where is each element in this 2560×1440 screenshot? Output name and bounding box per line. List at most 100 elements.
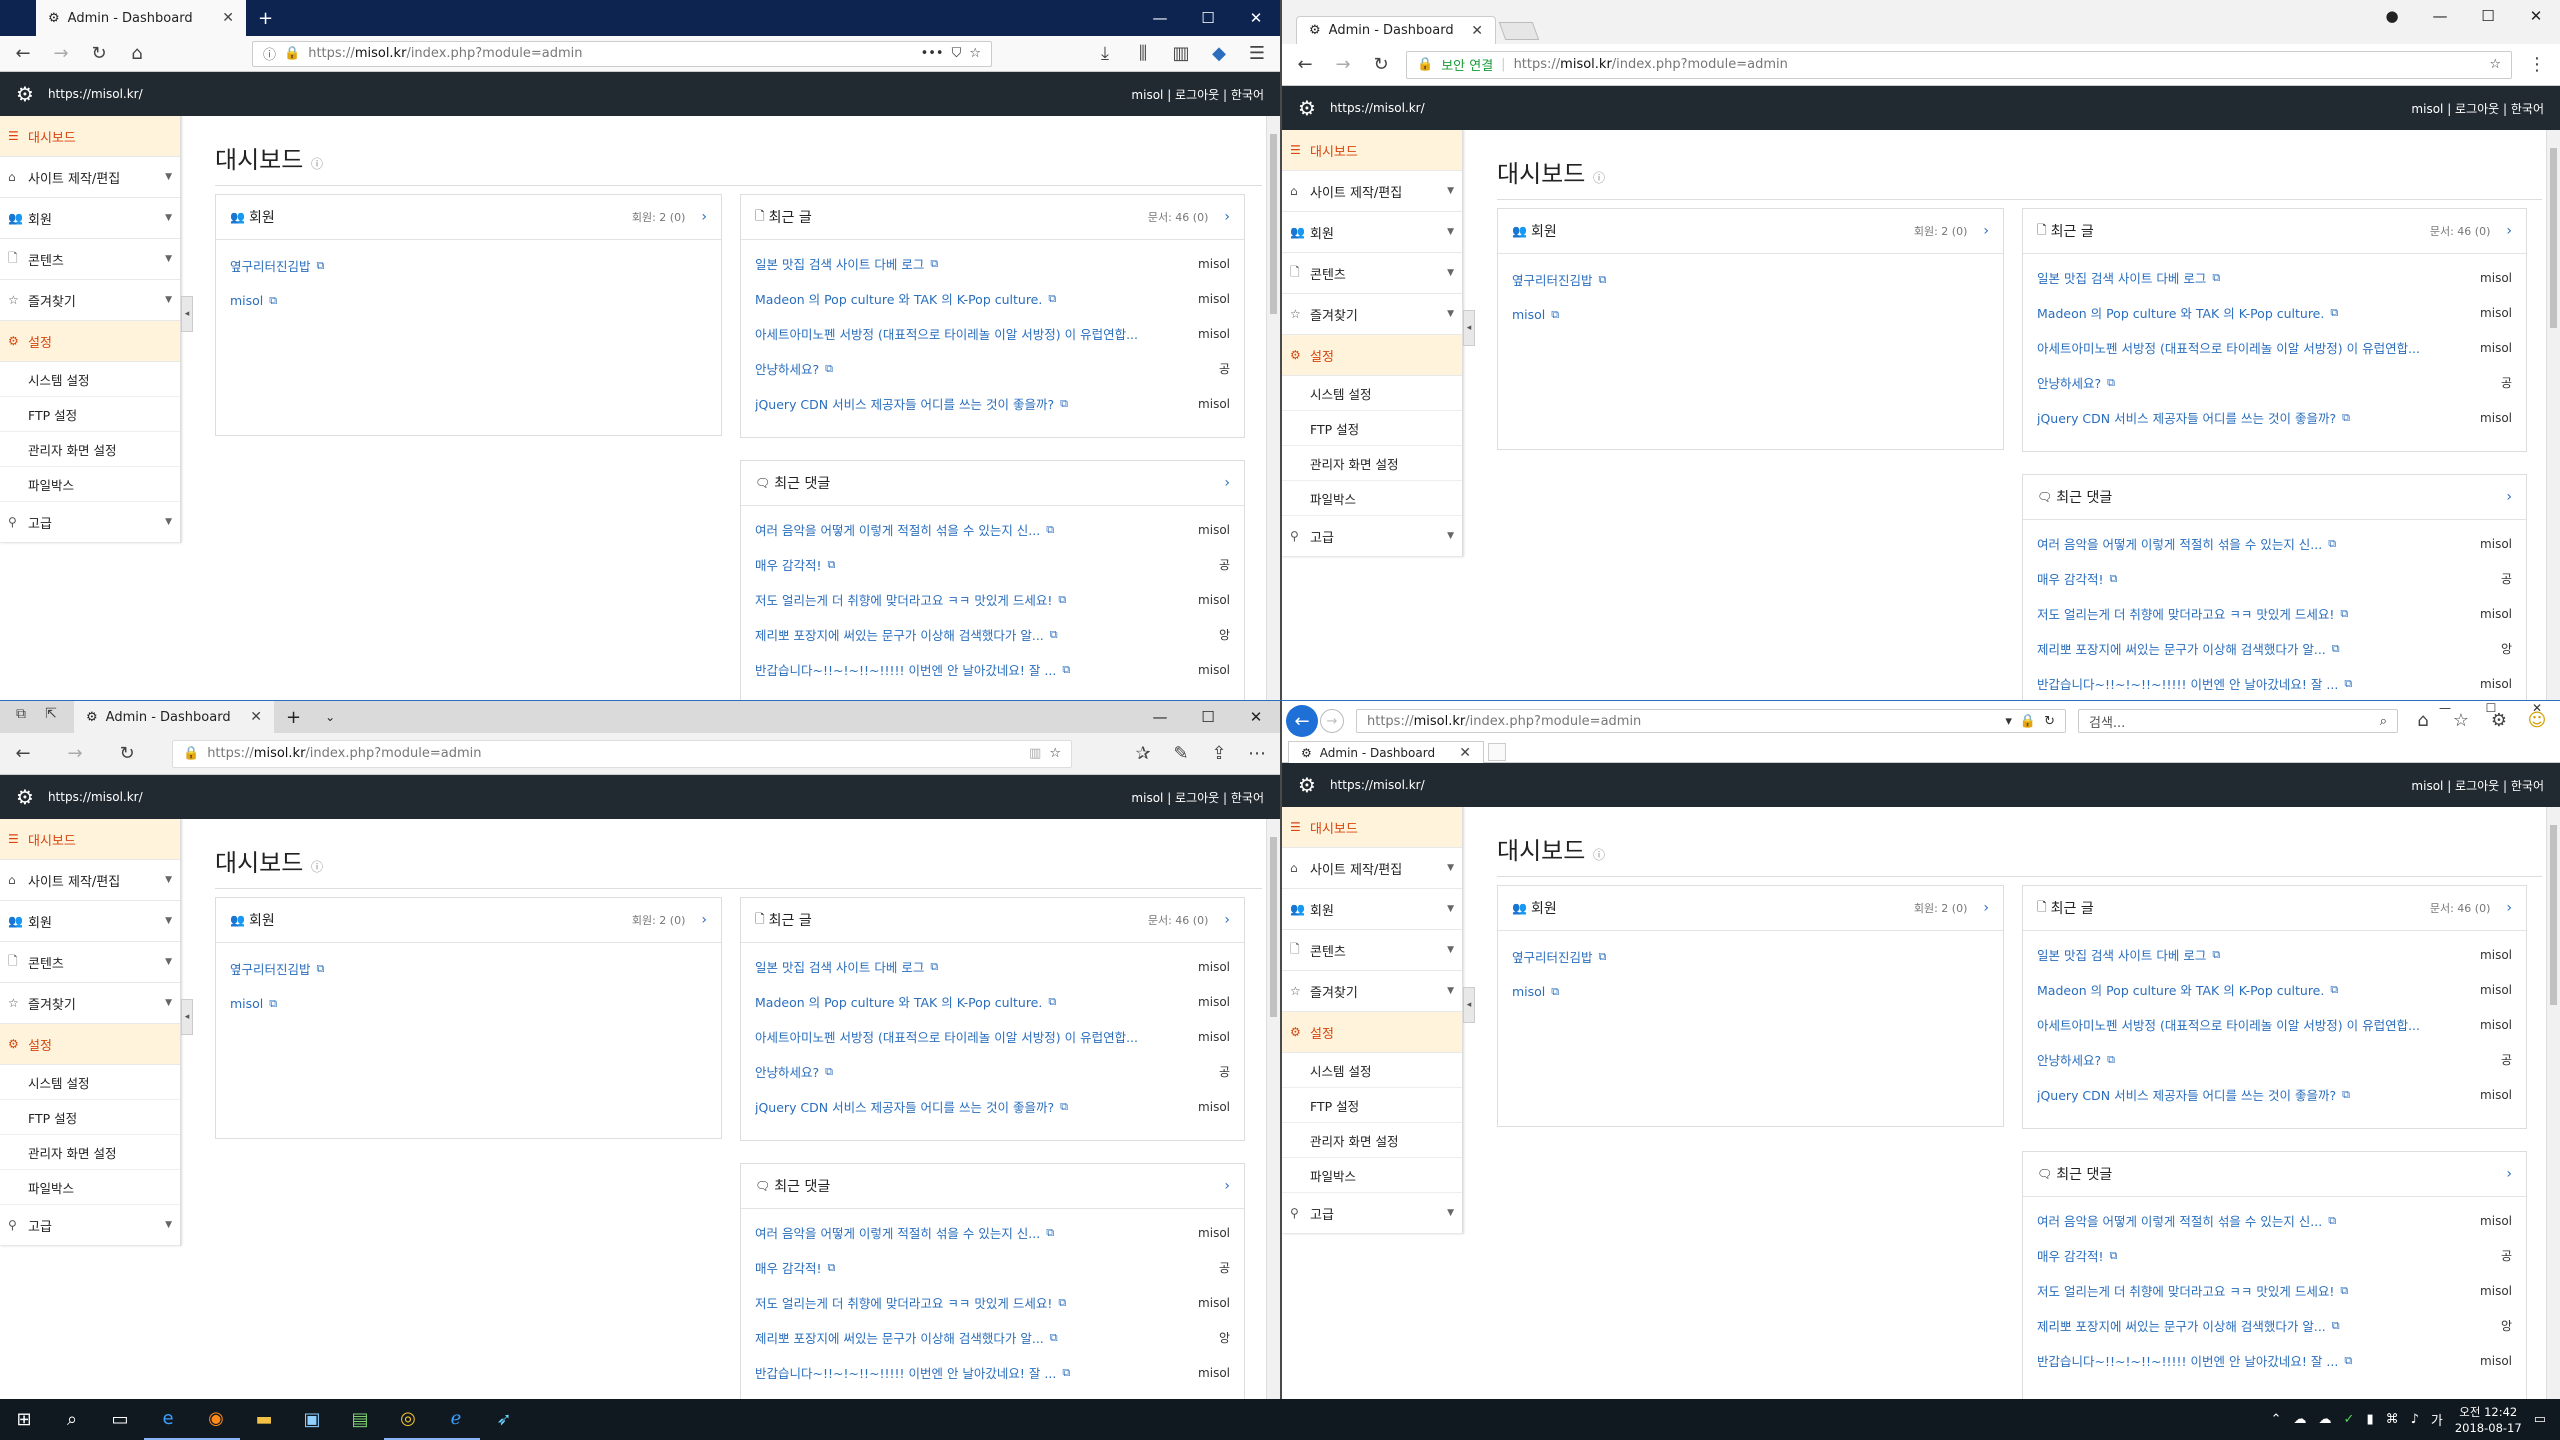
sidebar-sub-ftp[interactable]: FTP 설정: [0, 397, 180, 432]
clock[interactable]: 오전 12:42 2018-08-17: [2455, 1404, 2522, 1436]
chevron-right-icon[interactable]: ›: [1224, 475, 1230, 491]
sidebar-sub-filebox[interactable]: 파일박스: [1282, 1158, 1462, 1193]
close-tab-icon[interactable]: ✕: [222, 10, 234, 26]
table-row[interactable]: Madeon 의 Pop culture 와 TAK 의 K-Pop cultu…: [741, 984, 1244, 1019]
table-row[interactable]: 제리뽀 포장지에 써있는 문구가 이상해 검색했다가 알... ⧉ 앙: [741, 617, 1244, 652]
favorite-star-icon[interactable]: ☆: [1049, 746, 1061, 761]
external-link-icon[interactable]: ⧉: [2110, 1249, 2118, 1263]
sidebar-item-members[interactable]: 👥 회원 ▼: [0, 901, 180, 942]
external-link-icon[interactable]: ⧉: [1046, 1226, 1054, 1240]
sidebar-sub-admin-ui[interactable]: 관리자 화면 설정: [0, 432, 180, 467]
sidebar-item-advanced[interactable]: ⚲ 고급 ▼: [0, 502, 180, 543]
maximize-icon[interactable]: ☐: [1184, 701, 1232, 733]
sidebar-item-dashboard[interactable]: ☰ 대시보드: [0, 819, 180, 860]
external-link-icon[interactable]: ⧉: [2332, 642, 2340, 656]
table-row[interactable]: 반갑습니다~!!~!~!!~!!!!! 이번엔 안 날아갔네요! 잘 ... ⧉ m…: [2023, 1343, 2526, 1378]
table-row[interactable]: jQuery CDN 서비스 제공자들 어디를 쓰는 것이 좋을까? ⧉ misol: [741, 386, 1244, 421]
external-link-icon[interactable]: ⧉: [1050, 628, 1058, 642]
sidebar-item-advanced[interactable]: ⚲ 고급 ▼: [1282, 1193, 1462, 1234]
site-link[interactable]: https://misol.kr/: [1330, 778, 1425, 792]
library-icon[interactable]: ⫼: [1130, 44, 1156, 63]
forward-icon[interactable]: →: [48, 44, 74, 63]
ie-tab[interactable]: ⚙ Admin - Dashboard ✕: [1288, 741, 1484, 763]
help-icon[interactable]: ⓘ: [1593, 171, 1605, 185]
external-link-icon[interactable]: ⧉: [2330, 983, 2338, 997]
forward-icon[interactable]: →: [1330, 55, 1356, 74]
list-item[interactable]: 옆구리터진김밥 ⧉: [1498, 262, 2003, 297]
scrollbar-thumb[interactable]: [1270, 837, 1277, 1017]
table-row[interactable]: 아세트아미노펜 서방정 (대표적으로 타이레놀 이알 서방정) 이 유럽연합..…: [741, 316, 1244, 351]
external-link-icon[interactable]: ⧉: [1551, 308, 1559, 322]
bird-app-icon[interactable]: ➶: [480, 1399, 528, 1440]
sidebar-collapse-button[interactable]: ◂: [181, 296, 193, 332]
page-scrollbar[interactable]: [1266, 819, 1280, 1399]
profile-icon[interactable]: ●: [2368, 0, 2416, 32]
external-link-icon[interactable]: ⧉: [1058, 1296, 1066, 1310]
external-link-icon[interactable]: ⧉: [1050, 1331, 1058, 1345]
external-link-icon[interactable]: ⧉: [828, 1261, 836, 1275]
sidebar-sub-filebox[interactable]: 파일박스: [0, 1170, 180, 1205]
new-tab-button[interactable]: [1488, 743, 1506, 761]
sidebar-item-favorites[interactable]: ☆ 즐겨찾기 ▼: [1282, 294, 1462, 335]
search-dropdown-icon[interactable]: ▾: [2005, 714, 2012, 729]
table-row[interactable]: 아세트아미노펜 서방정 (대표적으로 타이레놀 이알 서방정) 이 유럽연합..…: [2023, 330, 2526, 365]
external-link-icon[interactable]: ⧉: [2110, 572, 2118, 586]
table-row[interactable]: 아세트아미노펜 서방정 (대표적으로 타이레놀 이알 서방정) 이 유럽연합..…: [741, 1019, 1244, 1054]
minimize-icon[interactable]: —: [2416, 0, 2464, 32]
external-link-icon[interactable]: ⧉: [930, 257, 938, 271]
sidebar-item-settings[interactable]: ⚙ 설정: [0, 1024, 180, 1065]
table-row[interactable]: 저도 얼리는게 더 취향에 맞더라고요 ㅋㅋ 맛있게 드세요! ⧉ misol: [741, 1285, 1244, 1320]
notes-pen-icon[interactable]: ✎: [1168, 744, 1194, 763]
reload-icon[interactable]: ↻: [114, 744, 140, 763]
notifications-icon[interactable]: ▭: [2534, 1412, 2546, 1427]
file-explorer-icon[interactable]: ▬: [240, 1399, 288, 1440]
sidebar-item-dashboard[interactable]: ☰ 대시보드: [1282, 807, 1462, 848]
chevron-right-icon[interactable]: ›: [1224, 209, 1230, 225]
table-row[interactable]: Madeon 의 Pop culture 와 TAK 의 K-Pop cultu…: [2023, 295, 2526, 330]
more-icon[interactable]: ⋯: [1244, 744, 1270, 763]
favorites-hub-icon[interactable]: ✰: [1130, 744, 1156, 763]
external-link-icon[interactable]: ⧉: [2332, 1319, 2340, 1333]
search-icon[interactable]: ⌕: [2380, 714, 2387, 729]
pocket-icon[interactable]: ⛉: [952, 46, 962, 61]
external-link-icon[interactable]: ⧉: [2342, 1088, 2350, 1102]
list-item[interactable]: 옆구리터진김밥 ⧉: [1498, 939, 2003, 974]
table-row[interactable]: Madeon 의 Pop culture 와 TAK 의 K-Pop cultu…: [2023, 972, 2526, 1007]
close-tab-icon[interactable]: ✕: [1459, 745, 1471, 761]
external-link-icon[interactable]: ⧉: [1060, 1100, 1068, 1114]
onedrive-icon[interactable]: ☁: [2319, 1412, 2332, 1427]
help-icon[interactable]: ⓘ: [311, 860, 323, 874]
page-scrollbar[interactable]: [2546, 807, 2560, 1399]
chevron-right-icon[interactable]: ›: [2506, 900, 2512, 916]
external-link-icon[interactable]: ⧉: [317, 259, 325, 273]
table-row[interactable]: 매우 감각적! ⧉ 공: [741, 1250, 1244, 1285]
site-link[interactable]: https://misol.kr/: [1330, 101, 1425, 115]
sidebar-sub-ftp[interactable]: FTP 설정: [1282, 411, 1462, 446]
maximize-icon[interactable]: ☐: [2464, 0, 2512, 32]
table-row[interactable]: 반갑습니다~!!~!~!!~!!!!! 이번엔 안 날아갔네요! 잘 ... ⧉ m…: [741, 652, 1244, 687]
edge-icon[interactable]: e: [144, 1399, 192, 1440]
chevron-right-icon[interactable]: ›: [2506, 1166, 2512, 1182]
page-actions-icon[interactable]: •••: [921, 46, 944, 61]
gear-logo-icon[interactable]: ⚙: [1298, 773, 1316, 797]
sidebar-item-contents[interactable]: 🗋 콘텐츠 ▼: [1282, 930, 1462, 971]
firefox-tab[interactable]: ⚙ Admin - Dashboard ✕: [36, 0, 246, 36]
network-icon[interactable]: ⌘: [2386, 1412, 2399, 1427]
maximize-icon[interactable]: ☐: [1184, 0, 1232, 36]
external-link-icon[interactable]: ⧉: [2328, 537, 2336, 551]
table-row[interactable]: 저도 얼리는게 더 취향에 맞더라고요 ㅋㅋ 맛있게 드세요! ⧉ misol: [2023, 1273, 2526, 1308]
extension-icon[interactable]: ◆: [1206, 44, 1232, 63]
help-icon[interactable]: ⓘ: [311, 157, 323, 171]
sidebar-item-favorites[interactable]: ☆ 즐겨찾기 ▼: [0, 280, 180, 321]
menu-icon[interactable]: ☰: [1244, 44, 1270, 63]
external-link-icon[interactable]: ⧉: [317, 962, 325, 976]
chevron-right-icon[interactable]: ›: [701, 912, 707, 928]
external-link-icon[interactable]: ⧉: [1062, 663, 1070, 677]
table-row[interactable]: 반갑습니다~!!~!~!!~!!!!! 이번엔 안 날아갔네요! 잘 ... ⧉ m…: [2023, 666, 2526, 701]
cloud-icon[interactable]: ☁: [2294, 1412, 2307, 1427]
scrollbar-thumb[interactable]: [1270, 134, 1277, 314]
share-icon[interactable]: ⇪: [1206, 744, 1232, 763]
maximize-icon[interactable]: ☐: [2468, 701, 2514, 721]
scrollbar-thumb[interactable]: [2550, 825, 2557, 1005]
gear-logo-icon[interactable]: ⚙: [16, 785, 34, 809]
